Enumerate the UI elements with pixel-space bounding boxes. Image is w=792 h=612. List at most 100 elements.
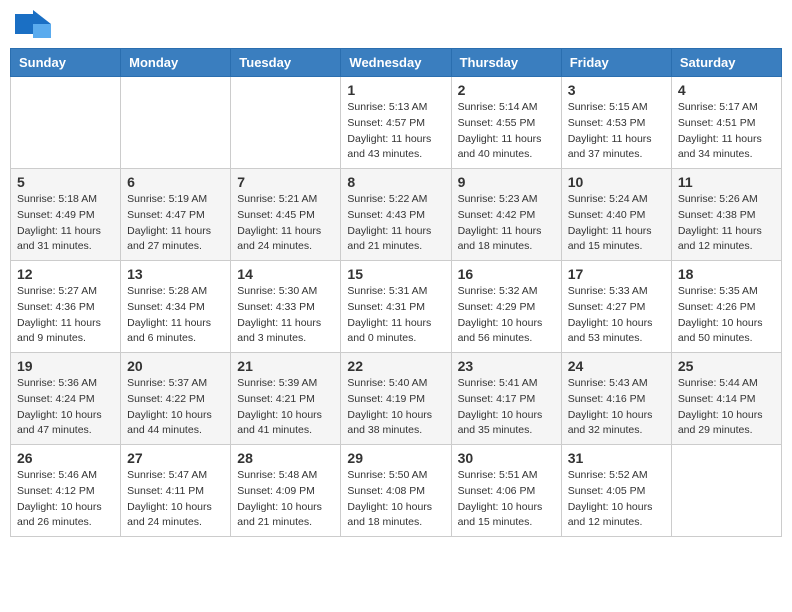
- day-cell: 11Sunrise: 5:26 AM Sunset: 4:38 PM Dayli…: [671, 169, 781, 261]
- day-info: Sunrise: 5:24 AM Sunset: 4:40 PM Dayligh…: [568, 192, 665, 255]
- day-number: 13: [127, 266, 224, 282]
- day-info: Sunrise: 5:43 AM Sunset: 4:16 PM Dayligh…: [568, 376, 665, 439]
- day-number: 6: [127, 174, 224, 190]
- day-cell: 18Sunrise: 5:35 AM Sunset: 4:26 PM Dayli…: [671, 261, 781, 353]
- day-cell: 22 Sunrise: 5:40 AM Sunset: 4:19 PM Dayli…: [341, 353, 451, 445]
- day-info: Sunrise: 5:17 AM Sunset: 4:51 PM Dayligh…: [678, 100, 775, 163]
- day-cell: 14 Sunrise: 5:30 AM Sunset: 4:33 PM Dayli…: [231, 261, 341, 353]
- day-cell: 19 Sunrise: 5:36 AM Sunset: 4:24 PM Dayli…: [11, 353, 121, 445]
- day-info: Sunrise: 5:30 AM Sunset: 4:33 PM Dayligh…: [237, 284, 334, 347]
- day-cell: 2 Sunrise: 5:14 AM Sunset: 4:55 PM Daylig…: [451, 77, 561, 169]
- day-header-thursday: Thursday: [451, 49, 561, 77]
- week-row-5: 26 Sunrise: 5:46 AM Sunset: 4:12 PM Dayli…: [11, 445, 782, 537]
- day-info: Sunrise: 5:19 AM Sunset: 4:47 PM Dayligh…: [127, 192, 224, 255]
- day-info: Sunrise: 5:44 AM Sunset: 4:14 PM Dayligh…: [678, 376, 775, 439]
- day-number: 15: [347, 266, 444, 282]
- day-cell: 10 Sunrise: 5:24 AM Sunset: 4:40 PM Dayli…: [561, 169, 671, 261]
- day-cell: 20 Sunrise: 5:37 AM Sunset: 4:22 PM Dayli…: [121, 353, 231, 445]
- day-cell: [11, 77, 121, 169]
- day-info: Sunrise: 5:47 AM Sunset: 4:11 PM Dayligh…: [127, 468, 224, 531]
- calendar-table: SundayMondayTuesdayWednesdayThursdayFrid…: [10, 48, 782, 537]
- day-info: Sunrise: 5:26 AM Sunset: 4:38 PM Dayligh…: [678, 192, 775, 255]
- day-number: 1: [347, 82, 444, 98]
- day-number: 9: [458, 174, 555, 190]
- day-number: 3: [568, 82, 665, 98]
- day-info: Sunrise: 5:13 AM Sunset: 4:57 PM Dayligh…: [347, 100, 444, 163]
- day-number: 27: [127, 450, 224, 466]
- calendar-header-row: SundayMondayTuesdayWednesdayThursdayFrid…: [11, 49, 782, 77]
- day-cell: 13 Sunrise: 5:28 AM Sunset: 4:34 PM Dayli…: [121, 261, 231, 353]
- day-number: 31: [568, 450, 665, 466]
- day-number: 19: [17, 358, 114, 374]
- day-info: Sunrise: 5:37 AM Sunset: 4:22 PM Dayligh…: [127, 376, 224, 439]
- day-cell: 23 Sunrise: 5:41 AM Sunset: 4:17 PM Dayli…: [451, 353, 561, 445]
- day-cell: 16 Sunrise: 5:32 AM Sunset: 4:29 PM Dayli…: [451, 261, 561, 353]
- day-cell: 21Sunrise: 5:39 AM Sunset: 4:21 PM Dayli…: [231, 353, 341, 445]
- logo-icon: [15, 10, 51, 38]
- day-number: 30: [458, 450, 555, 466]
- day-number: 26: [17, 450, 114, 466]
- day-number: 10: [568, 174, 665, 190]
- day-cell: 15Sunrise: 5:31 AM Sunset: 4:31 PM Dayli…: [341, 261, 451, 353]
- day-number: 23: [458, 358, 555, 374]
- day-number: 17: [568, 266, 665, 282]
- day-number: 2: [458, 82, 555, 98]
- day-cell: 9Sunrise: 5:23 AM Sunset: 4:42 PM Daylig…: [451, 169, 561, 261]
- day-number: 29: [347, 450, 444, 466]
- day-cell: 3 Sunrise: 5:15 AM Sunset: 4:53 PM Daylig…: [561, 77, 671, 169]
- day-cell: 6 Sunrise: 5:19 AM Sunset: 4:47 PM Daylig…: [121, 169, 231, 261]
- day-info: Sunrise: 5:46 AM Sunset: 4:12 PM Dayligh…: [17, 468, 114, 531]
- day-cell: 4Sunrise: 5:17 AM Sunset: 4:51 PM Daylig…: [671, 77, 781, 169]
- day-cell: 26 Sunrise: 5:46 AM Sunset: 4:12 PM Dayli…: [11, 445, 121, 537]
- day-cell: 25 Sunrise: 5:44 AM Sunset: 4:14 PM Dayli…: [671, 353, 781, 445]
- day-header-saturday: Saturday: [671, 49, 781, 77]
- day-info: Sunrise: 5:39 AM Sunset: 4:21 PM Dayligh…: [237, 376, 334, 439]
- day-cell: 17 Sunrise: 5:33 AM Sunset: 4:27 PM Dayli…: [561, 261, 671, 353]
- day-info: Sunrise: 5:35 AM Sunset: 4:26 PM Dayligh…: [678, 284, 775, 347]
- day-cell: 7 Sunrise: 5:21 AM Sunset: 4:45 PM Daylig…: [231, 169, 341, 261]
- day-header-wednesday: Wednesday: [341, 49, 451, 77]
- day-cell: 31 Sunrise: 5:52 AM Sunset: 4:05 PM Dayli…: [561, 445, 671, 537]
- day-info: Sunrise: 5:27 AM Sunset: 4:36 PM Dayligh…: [17, 284, 114, 347]
- day-cell: 5 Sunrise: 5:18 AM Sunset: 4:49 PM Daylig…: [11, 169, 121, 261]
- day-cell: 30Sunrise: 5:51 AM Sunset: 4:06 PM Dayli…: [451, 445, 561, 537]
- day-info: Sunrise: 5:36 AM Sunset: 4:24 PM Dayligh…: [17, 376, 114, 439]
- day-cell: [671, 445, 781, 537]
- day-cell: [231, 77, 341, 169]
- logo: [15, 10, 53, 38]
- day-info: Sunrise: 5:48 AM Sunset: 4:09 PM Dayligh…: [237, 468, 334, 531]
- day-number: 24: [568, 358, 665, 374]
- day-info: Sunrise: 5:18 AM Sunset: 4:49 PM Dayligh…: [17, 192, 114, 255]
- day-info: Sunrise: 5:50 AM Sunset: 4:08 PM Dayligh…: [347, 468, 444, 531]
- day-cell: 29 Sunrise: 5:50 AM Sunset: 4:08 PM Dayli…: [341, 445, 451, 537]
- day-info: Sunrise: 5:15 AM Sunset: 4:53 PM Dayligh…: [568, 100, 665, 163]
- week-row-4: 19 Sunrise: 5:36 AM Sunset: 4:24 PM Dayli…: [11, 353, 782, 445]
- day-cell: 28Sunrise: 5:48 AM Sunset: 4:09 PM Dayli…: [231, 445, 341, 537]
- day-info: Sunrise: 5:21 AM Sunset: 4:45 PM Dayligh…: [237, 192, 334, 255]
- day-cell: [121, 77, 231, 169]
- day-header-sunday: Sunday: [11, 49, 121, 77]
- day-cell: 12Sunrise: 5:27 AM Sunset: 4:36 PM Dayli…: [11, 261, 121, 353]
- day-header-monday: Monday: [121, 49, 231, 77]
- day-number: 25: [678, 358, 775, 374]
- day-cell: 8 Sunrise: 5:22 AM Sunset: 4:43 PM Daylig…: [341, 169, 451, 261]
- day-info: Sunrise: 5:41 AM Sunset: 4:17 PM Dayligh…: [458, 376, 555, 439]
- day-number: 5: [17, 174, 114, 190]
- day-number: 7: [237, 174, 334, 190]
- day-info: Sunrise: 5:32 AM Sunset: 4:29 PM Dayligh…: [458, 284, 555, 347]
- day-info: Sunrise: 5:14 AM Sunset: 4:55 PM Dayligh…: [458, 100, 555, 163]
- day-number: 14: [237, 266, 334, 282]
- day-number: 22: [347, 358, 444, 374]
- week-row-2: 5 Sunrise: 5:18 AM Sunset: 4:49 PM Daylig…: [11, 169, 782, 261]
- day-cell: 1 Sunrise: 5:13 AM Sunset: 4:57 PM Daylig…: [341, 77, 451, 169]
- day-number: 16: [458, 266, 555, 282]
- day-info: Sunrise: 5:33 AM Sunset: 4:27 PM Dayligh…: [568, 284, 665, 347]
- day-info: Sunrise: 5:22 AM Sunset: 4:43 PM Dayligh…: [347, 192, 444, 255]
- day-number: 20: [127, 358, 224, 374]
- day-cell: 27 Sunrise: 5:47 AM Sunset: 4:11 PM Dayli…: [121, 445, 231, 537]
- day-header-tuesday: Tuesday: [231, 49, 341, 77]
- day-info: Sunrise: 5:52 AM Sunset: 4:05 PM Dayligh…: [568, 468, 665, 531]
- day-number: 8: [347, 174, 444, 190]
- day-info: Sunrise: 5:40 AM Sunset: 4:19 PM Dayligh…: [347, 376, 444, 439]
- day-info: Sunrise: 5:28 AM Sunset: 4:34 PM Dayligh…: [127, 284, 224, 347]
